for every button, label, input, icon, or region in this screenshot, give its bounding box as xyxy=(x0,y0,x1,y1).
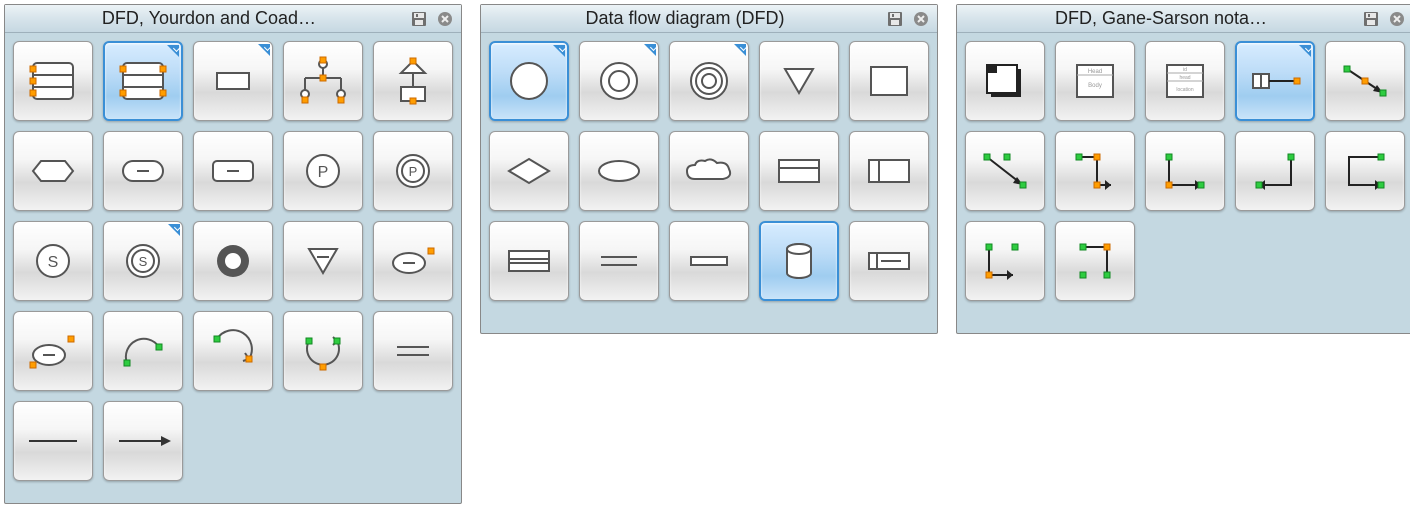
double-line-icon[interactable] xyxy=(579,221,659,301)
panel-title: Data flow diagram (DFD) xyxy=(491,8,879,29)
card-h-icon[interactable] xyxy=(759,131,839,211)
panel-header: DFD, Gane-Sarson nota… xyxy=(957,5,1410,33)
s-circle-icon[interactable]: S xyxy=(13,221,93,301)
class-icon[interactable] xyxy=(373,41,453,121)
round-rect2-icon[interactable] xyxy=(193,131,273,211)
panel-title: DFD, Gane-Sarson nota… xyxy=(967,8,1355,29)
conn-u2-icon[interactable] xyxy=(1055,221,1135,301)
card-left-icon[interactable] xyxy=(849,221,929,301)
conn-elbow2-icon[interactable] xyxy=(1145,131,1225,211)
entity-box-icon[interactable]: Head Body xyxy=(1055,41,1135,121)
diamond-icon[interactable] xyxy=(489,131,569,211)
round-rect-icon[interactable] xyxy=(103,131,183,211)
card-v-icon[interactable] xyxy=(849,131,929,211)
close-icon[interactable] xyxy=(1387,9,1407,29)
process-box-icon[interactable] xyxy=(965,41,1045,121)
arrow-icon[interactable] xyxy=(103,401,183,481)
arc-1-icon[interactable] xyxy=(103,311,183,391)
dropdown-corner-icon[interactable] xyxy=(168,224,180,236)
panel-yourdon: DFD, Yourdon and Coad… P P S S xyxy=(4,4,462,504)
svg-text:Body: Body xyxy=(1088,83,1102,89)
svg-text:location: location xyxy=(1176,87,1193,93)
ellipse-h-icon[interactable] xyxy=(373,221,453,301)
dropdown-corner-icon[interactable] xyxy=(167,45,179,57)
s-circle-sel-icon[interactable]: S xyxy=(103,221,183,301)
conn-down-icon[interactable] xyxy=(965,131,1045,211)
ellipse-icon[interactable] xyxy=(579,131,659,211)
svg-text:Head: Head xyxy=(1088,69,1102,75)
conn-h-icon[interactable] xyxy=(1235,41,1315,121)
svg-text:S: S xyxy=(139,254,148,269)
storage-icon[interactable] xyxy=(489,221,569,301)
save-icon[interactable] xyxy=(1361,9,1381,29)
conn-u1-icon[interactable] xyxy=(965,221,1045,301)
close-icon[interactable] xyxy=(435,9,455,29)
conn-diag-icon[interactable] xyxy=(1325,41,1405,121)
svg-text:P: P xyxy=(409,164,418,179)
panel-body: Head Body id head location xyxy=(957,33,1410,309)
dropdown-corner-icon[interactable] xyxy=(258,44,270,56)
circle-icon[interactable] xyxy=(489,41,569,121)
labeled-box-icon[interactable]: id head location xyxy=(1145,41,1225,121)
dropdown-corner-icon[interactable] xyxy=(553,45,565,57)
panel-title: DFD, Yourdon and Coad… xyxy=(15,8,403,29)
panel-header: Data flow diagram (DFD) xyxy=(481,5,937,33)
panel-body: P P S S xyxy=(5,33,461,489)
svg-text:head: head xyxy=(1179,75,1190,81)
cloud-icon[interactable] xyxy=(669,131,749,211)
dropdown-corner-icon[interactable] xyxy=(734,44,746,56)
triangle-open-icon[interactable] xyxy=(759,41,839,121)
hexagon-icon[interactable] xyxy=(13,131,93,211)
conn-elbow3-icon[interactable] xyxy=(1235,131,1315,211)
equal-lines-icon[interactable] xyxy=(373,311,453,391)
dropdown-corner-icon[interactable] xyxy=(644,44,656,56)
tree-icon[interactable] xyxy=(283,41,363,121)
panel-gane: DFD, Gane-Sarson nota… Head Body id head loc… xyxy=(956,4,1410,334)
data-store-sel-icon[interactable] xyxy=(103,41,183,121)
arc-3-icon[interactable] xyxy=(283,311,363,391)
svg-text:P: P xyxy=(318,164,329,181)
circle-3-icon[interactable] xyxy=(669,41,749,121)
data-store-icon[interactable] xyxy=(13,41,93,121)
triangle-down-icon[interactable] xyxy=(283,221,363,301)
p-circle-icon[interactable]: P xyxy=(283,131,363,211)
conn-elbow4-icon[interactable] xyxy=(1325,131,1405,211)
p-circle-alt-icon[interactable]: P xyxy=(373,131,453,211)
arc-2-icon[interactable] xyxy=(193,311,273,391)
svg-text:S: S xyxy=(48,254,59,271)
box-icon[interactable] xyxy=(849,41,929,121)
panel-dfd: Data flow diagram (DFD) xyxy=(480,4,938,334)
svg-text:id: id xyxy=(1183,67,1187,73)
save-icon[interactable] xyxy=(885,9,905,29)
panel-body xyxy=(481,33,937,309)
conn-elbow-icon[interactable] xyxy=(1055,131,1135,211)
close-icon[interactable] xyxy=(911,9,931,29)
ellipse-h2-icon[interactable] xyxy=(13,311,93,391)
circle-2-icon[interactable] xyxy=(579,41,659,121)
dropdown-corner-icon[interactable] xyxy=(1299,45,1311,57)
line-icon[interactable] xyxy=(13,401,93,481)
database-sel-icon[interactable] xyxy=(759,221,839,301)
donut-icon[interactable] xyxy=(193,221,273,301)
panel-header: DFD, Yourdon and Coad… xyxy=(5,5,461,33)
single-bar-icon[interactable] xyxy=(669,221,749,301)
rectangle-icon[interactable] xyxy=(193,41,273,121)
save-icon[interactable] xyxy=(409,9,429,29)
